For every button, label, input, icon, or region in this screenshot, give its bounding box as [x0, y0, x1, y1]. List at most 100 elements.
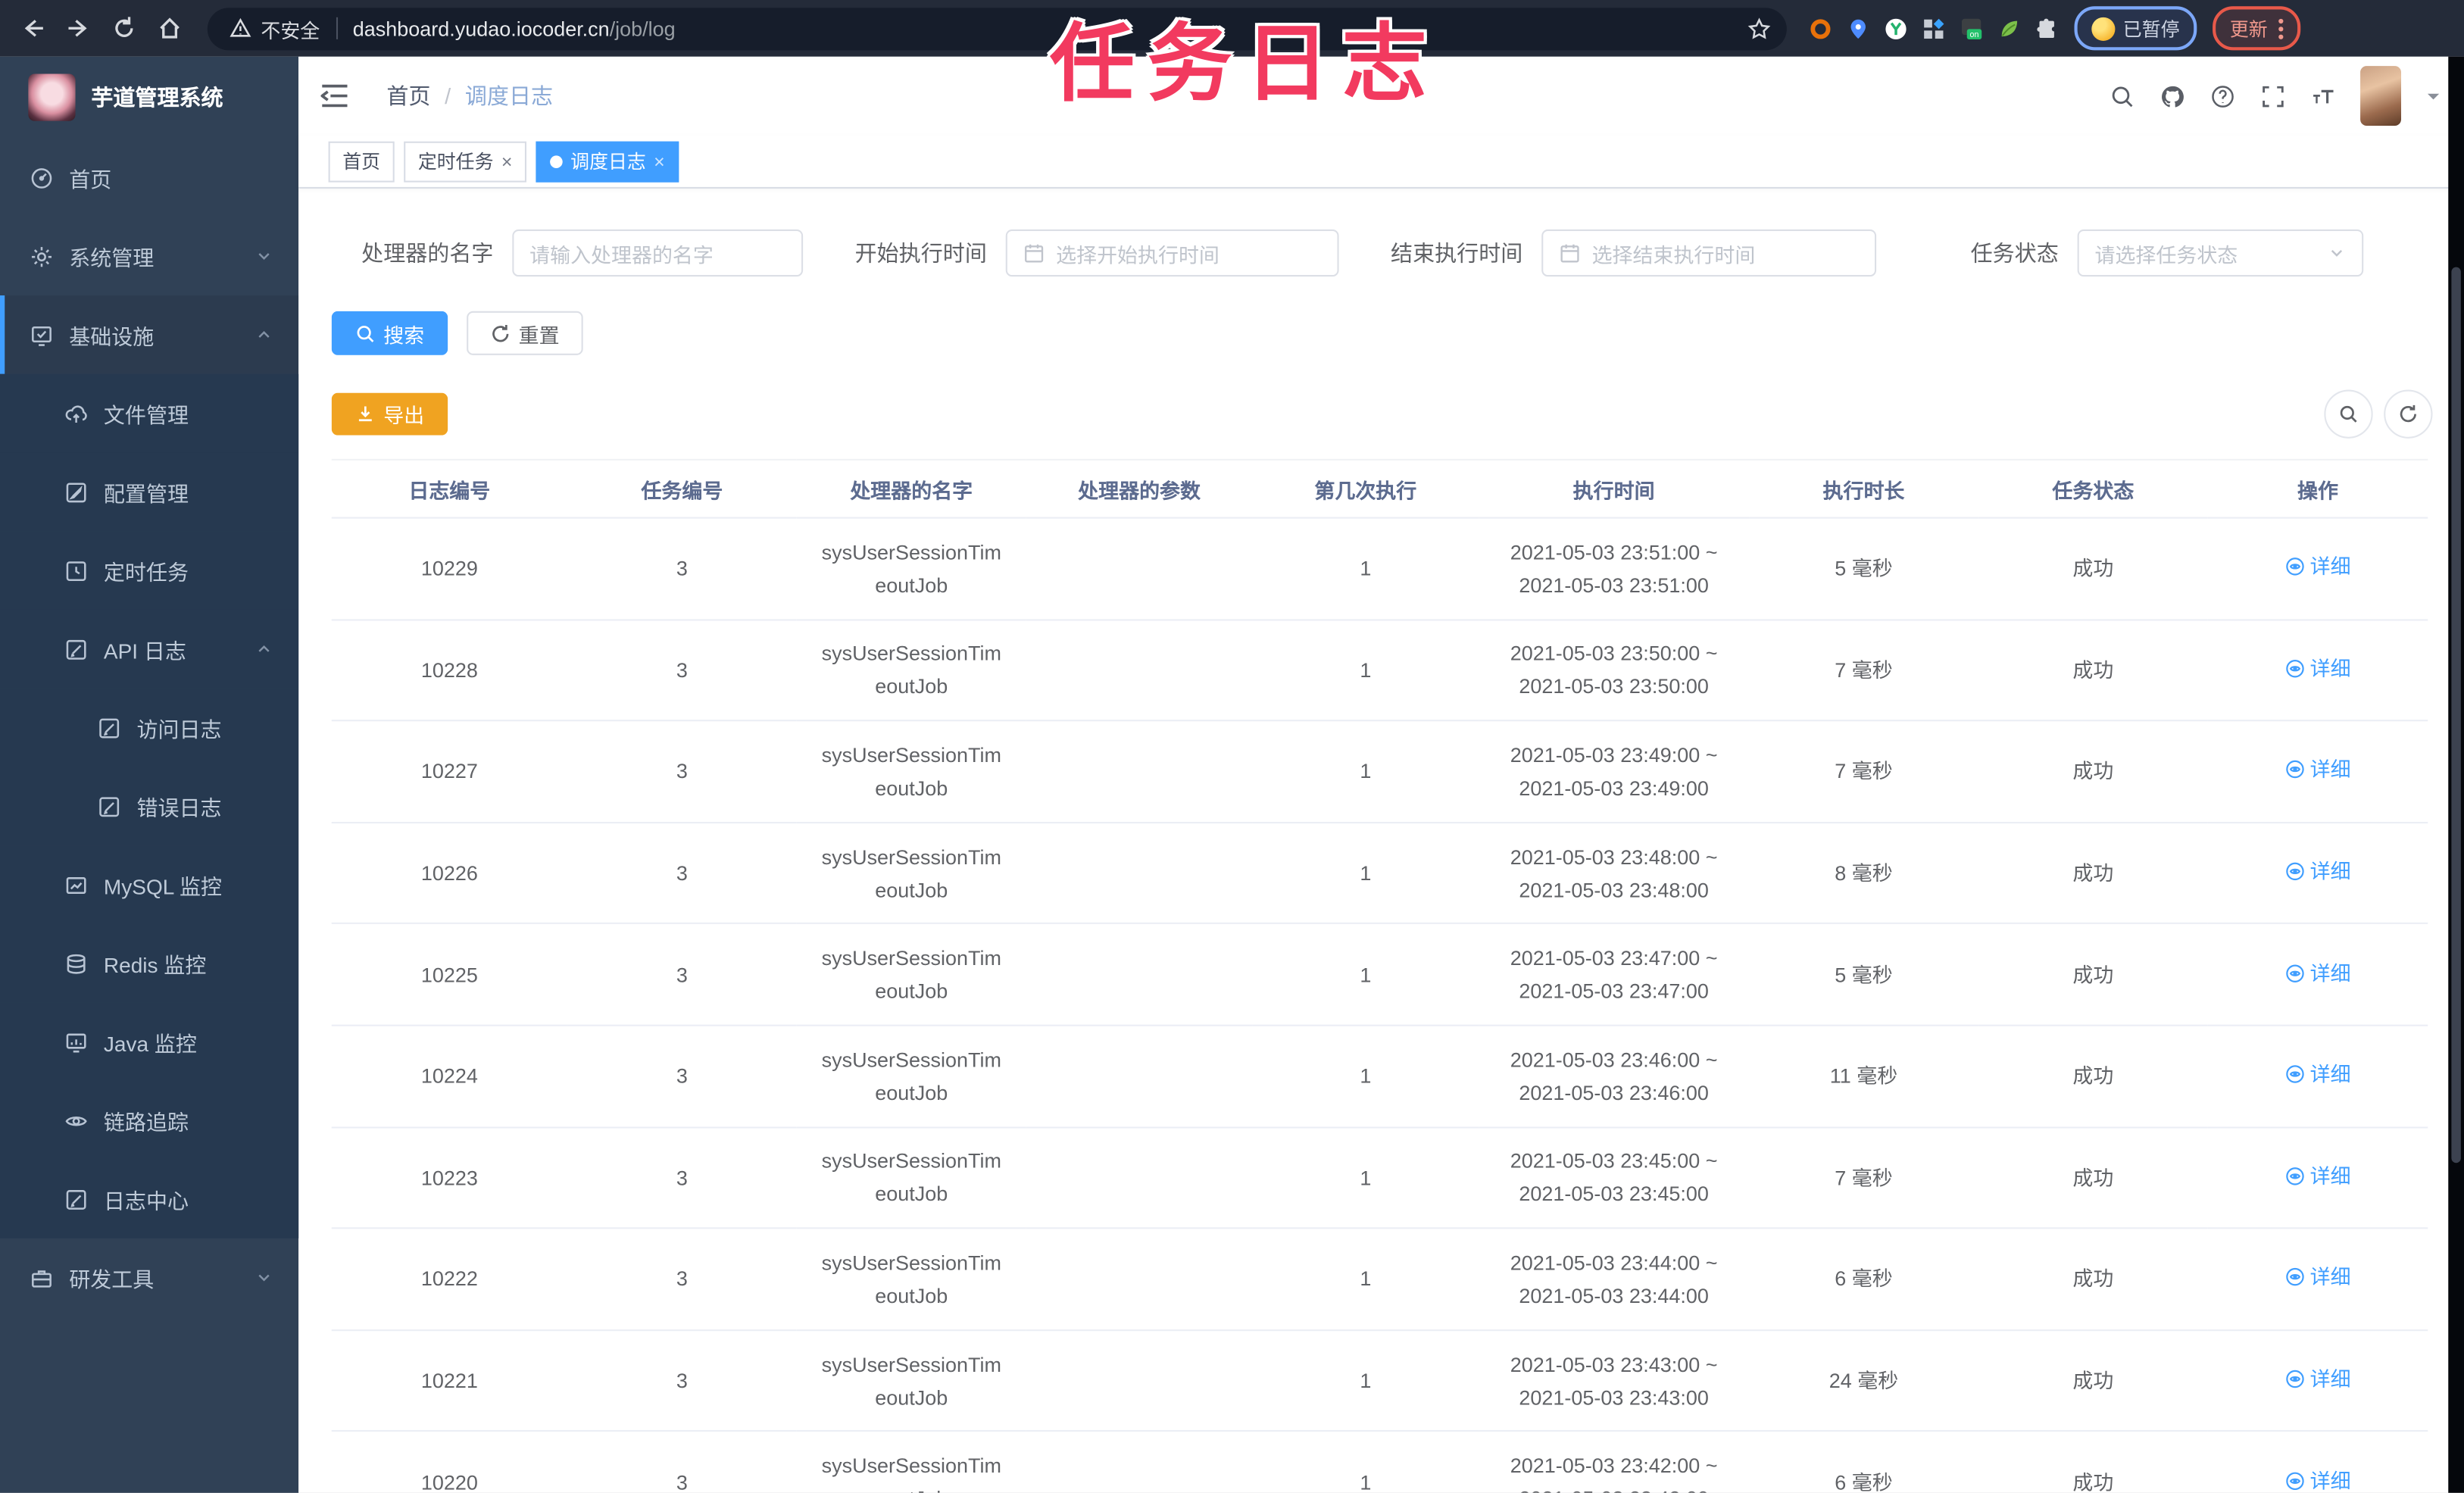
sidebar-item-5[interactable]: 定时任务	[0, 531, 299, 610]
tab-首页[interactable]: 首页	[328, 140, 395, 182]
blue-pin-extension-icon[interactable]	[1847, 17, 1870, 40]
on-badge-extension-icon[interactable]: on	[1960, 17, 1983, 40]
sidebar-item-8[interactable]: 错误日志	[0, 767, 299, 846]
detail-link[interactable]: 详细	[2284, 1160, 2351, 1193]
toggle-search-button[interactable]	[2324, 389, 2373, 439]
sidebar-logo[interactable]: 芋道管理系统	[0, 57, 298, 139]
chart-icon	[64, 873, 88, 896]
forward-icon[interactable]	[66, 16, 91, 41]
handler-name-input[interactable]: 请输入处理器的名字	[512, 229, 804, 277]
export-button[interactable]: 导出	[331, 392, 448, 436]
sidebar-item-0[interactable]: 首页	[0, 139, 298, 217]
job-status-select[interactable]: 请选择任务状态	[2077, 229, 2364, 277]
detail-link-label: 详细	[2309, 859, 2351, 884]
browser-update-chip[interactable]: 更新	[2213, 6, 2301, 51]
url-path[interactable]: /job/log	[610, 17, 676, 40]
sidebar-item-4[interactable]: 配置管理	[0, 452, 299, 532]
detail-link-label: 详细	[2309, 656, 2351, 681]
sidebar-item-14[interactable]: 研发工具	[0, 1238, 298, 1317]
cell-status: 成功	[1978, 619, 2208, 722]
sidebar-item-7[interactable]: 访问日志	[0, 688, 299, 767]
cell-status: 成功	[1978, 1228, 2208, 1331]
detail-link[interactable]: 详细	[2284, 1261, 2351, 1295]
table-row: 10227 3 sysUserSessionTim eoutJob 1 2021-05-0…	[331, 720, 2428, 823]
sidebar-item-9[interactable]: MySQL 监控	[0, 845, 299, 924]
sidebar-item-3[interactable]: 文件管理	[0, 373, 299, 453]
reload-icon[interactable]	[111, 16, 136, 41]
collapse-sidebar-icon[interactable]	[320, 83, 348, 108]
detail-link[interactable]: 详细	[2284, 1363, 2351, 1396]
detail-link[interactable]: 详细	[2284, 855, 2351, 889]
sidebar-item-6[interactable]: API 日志	[0, 609, 299, 689]
detail-link[interactable]: 详细	[2284, 551, 2351, 584]
detail-link[interactable]: 详细	[2284, 1464, 2351, 1493]
cell-handler-name: sysUserSessionTimeoutJob	[796, 1431, 1026, 1493]
green-y-extension-icon[interactable]	[1884, 17, 1907, 40]
sidebar-item-2[interactable]: 基础设施	[0, 295, 299, 374]
column-header-5: 执行时间	[1479, 458, 1750, 519]
input-placeholder: 请输入处理器的名字	[529, 242, 714, 267]
back-icon[interactable]	[20, 16, 45, 41]
leaf-extension-icon[interactable]	[1997, 17, 2021, 40]
sidebar-item-12[interactable]: 链路追踪	[0, 1081, 299, 1160]
kebab-menu-icon[interactable]	[2278, 17, 2284, 39]
tab-调度日志[interactable]: 调度日志 ×	[536, 140, 679, 182]
search-icon[interactable]	[2109, 83, 2135, 109]
sidebar-item-13[interactable]: 日志中心	[0, 1160, 299, 1238]
update-chip-label: 更新	[2229, 17, 2268, 40]
puzzle-extensions-icon[interactable]	[2035, 17, 2059, 40]
cell-execute-time: 2021-05-03 23:49:00 ~2021-05-03 23:49:00	[1479, 720, 1750, 823]
user-avatar[interactable]	[2360, 66, 2402, 126]
close-tab-icon[interactable]: ×	[501, 151, 513, 170]
datetime-picker-input[interactable]: 选择结束执行时间	[1541, 229, 1877, 277]
cell-actions: 详细	[2207, 923, 2428, 1026]
search-button[interactable]: 搜索	[331, 311, 448, 355]
home-icon[interactable]	[157, 16, 182, 41]
detail-link[interactable]: 详细	[2284, 754, 2351, 787]
bookmark-star-icon[interactable]	[1747, 17, 1771, 40]
browser-profile-chip[interactable]: 已暂停	[2074, 6, 2197, 51]
cell-handler-name: sysUserSessionTimeoutJob	[796, 1228, 1026, 1331]
cell-execute-time: 2021-05-03 23:43:00 ~2021-05-03 23:43:00	[1479, 1329, 1750, 1432]
close-tab-icon[interactable]: ×	[654, 151, 665, 170]
cell-execute-round: 1	[1252, 1329, 1479, 1432]
address-bar[interactable]: 不安全 dashboard.yudao.iocoder.cn/job/log	[207, 7, 1787, 50]
sidebar-item-1[interactable]: 系统管理	[0, 217, 298, 295]
caret-down-icon[interactable]	[2425, 87, 2442, 105]
grid-extension-icon[interactable]	[1922, 17, 1945, 40]
cell-execute-round: 1	[1252, 720, 1479, 823]
filter-item-2: 结束执行时间 选择结束执行时间	[1391, 229, 1877, 277]
detail-link[interactable]: 详细	[2284, 652, 2351, 686]
cell-task-id: 3	[567, 517, 797, 620]
refresh-table-button[interactable]	[2384, 389, 2433, 439]
url-host[interactable]: dashboard.yudao.iocoder.cn	[353, 17, 610, 40]
scrollbar-thumb[interactable]	[2451, 267, 2461, 1163]
column-header-3: 处理器的参数	[1026, 458, 1253, 519]
tab-定时任务[interactable]: 定时任务 ×	[404, 140, 527, 182]
tab-label: 首页	[342, 151, 381, 173]
reset-button[interactable]: 重置	[467, 311, 583, 355]
cell-status: 成功	[1978, 923, 2208, 1026]
filter-item-0: 处理器的名字 请输入处理器的名字	[332, 229, 804, 277]
table-row: 10223 3 sysUserSessionTim eoutJob 1 2021-05-0…	[331, 1126, 2428, 1229]
rabbit-logo	[28, 73, 76, 121]
sidebar-item-11[interactable]: Java 监控	[0, 1002, 299, 1082]
fullscreen-icon[interactable]	[2259, 83, 2286, 109]
datetime-picker-input[interactable]: 选择开始执行时间	[1005, 229, 1339, 277]
font-size-icon[interactable]	[2310, 83, 2337, 109]
security-label[interactable]: 不安全	[261, 14, 320, 43]
help-icon[interactable]	[2209, 83, 2236, 109]
filter-form: 处理器的名字 请输入处理器的名字 开始执行时间 选择开始执行时间 结束执行时间 选择结束执…	[332, 229, 2445, 277]
cell-duration: 7 毫秒	[1749, 619, 1978, 722]
page-scrollbar[interactable]	[2448, 56, 2464, 1493]
sidebar-item-10[interactable]: Redis 监控	[0, 923, 299, 1003]
cell-actions: 详细	[2207, 822, 2428, 925]
github-icon[interactable]	[2160, 83, 2186, 109]
detail-link[interactable]: 详细	[2284, 957, 2351, 990]
cell-handler-name: sysUserSessionTimeoutJob	[796, 720, 1026, 823]
breadcrumb-home[interactable]: 首页	[386, 80, 430, 111]
detail-link[interactable]: 详细	[2284, 1058, 2351, 1092]
dashboard-icon	[30, 166, 53, 189]
orange-extension-icon[interactable]	[1809, 17, 1832, 40]
toolbox-icon	[30, 1266, 53, 1289]
